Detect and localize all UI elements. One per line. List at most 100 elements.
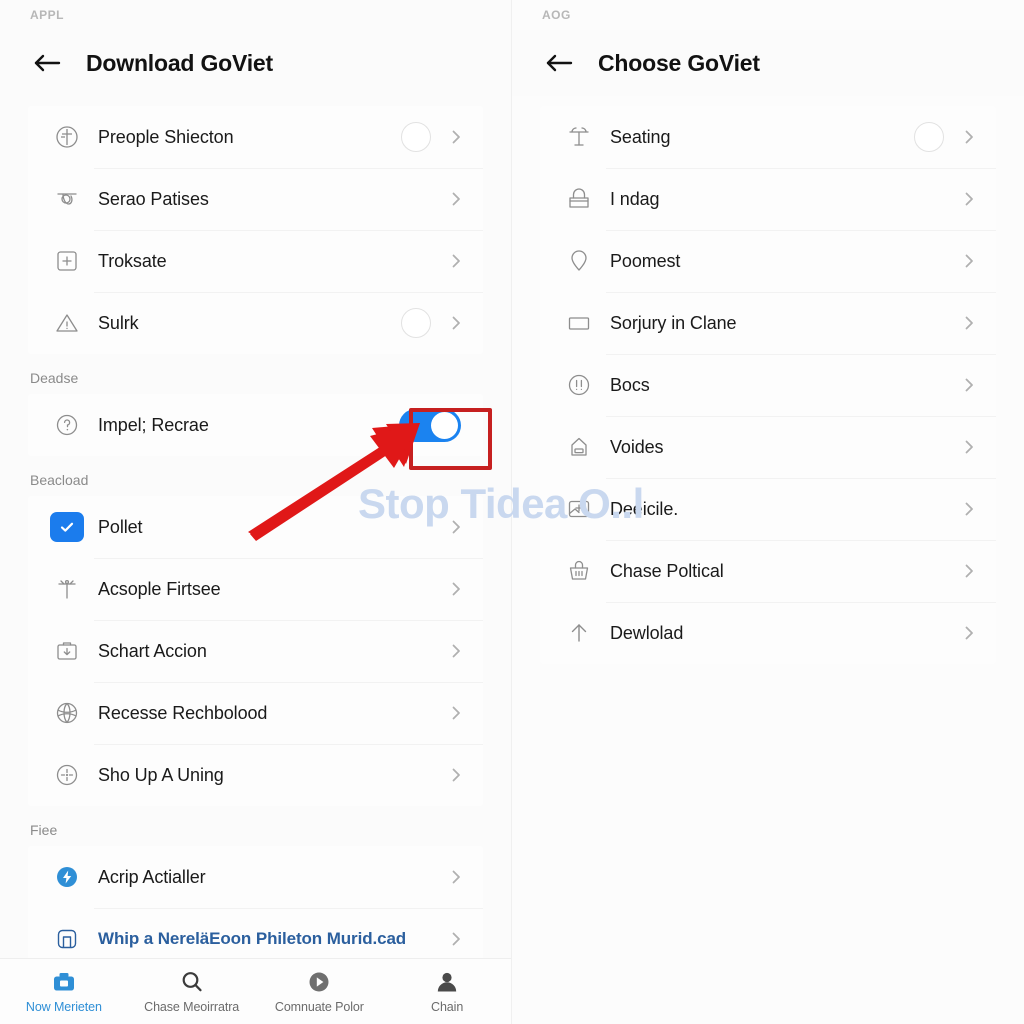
section-header-fiee: Fiee [30,822,58,838]
radio-circle[interactable] [401,122,431,152]
checkbox-checked-icon[interactable] [50,512,84,542]
list-item-toggle-row[interactable]: Impel; Recrae [28,394,483,456]
list-item-label: Voides [610,436,664,457]
tag-icon [562,430,596,464]
left-list-group-c: Pollet Acsople Firtsee Schart Accion Rec… [28,496,483,806]
chevron-right-icon [960,128,978,146]
chevron-right-icon [447,190,465,208]
nav-item-now-merieten[interactable]: Now Merieten [0,959,128,1024]
person-icon [434,969,460,995]
plus-box-icon [50,244,84,278]
play-icon [306,969,332,995]
list-item[interactable]: Sulrk [28,292,483,354]
list-item-label: Chase Poltical [610,560,724,581]
search-icon [179,969,205,995]
arrow-left-icon [544,51,574,75]
nav-item-chain[interactable]: Chain [383,959,511,1024]
bolt-circle-icon [50,860,84,894]
status-bar-carrier-text: AOG [542,8,571,22]
chevron-right-icon [960,562,978,580]
nav-item-chase-meoirratra[interactable]: Chase Meoirratra [128,959,256,1024]
toggle-knob [431,411,458,439]
warning-icon [50,306,84,340]
page-title: Choose GoViet [598,49,760,76]
list-item-label: Pollet [98,516,143,537]
list-item-label: Whip a NereläEoon Phileton Murid.cad [98,929,407,948]
right-status-bar: AOG [512,0,1024,30]
image-add-icon [562,492,596,526]
chevron-right-icon [960,252,978,270]
chevron-right-icon [447,518,465,536]
back-button[interactable] [26,42,68,84]
table-lamp-icon [562,120,596,154]
chevron-right-icon [447,580,465,598]
gauge-icon [50,120,84,154]
basket-icon [562,554,596,588]
chevron-right-icon [447,642,465,660]
radio-circle[interactable] [401,308,431,338]
list-item[interactable]: Schart Accion [28,620,483,682]
briefcase-down-icon [50,634,84,668]
nav-item-label: Comnuate Polor [274,1000,364,1014]
alert-circle-icon [562,368,596,402]
toggle-switch-on[interactable] [399,408,461,442]
chevron-right-icon [447,128,465,146]
chevron-right-icon [960,190,978,208]
list-item-label: Bocs [610,374,650,395]
section-header-beacload: Beacload [30,472,89,488]
list-item[interactable]: Sorjury in Clane [540,292,996,354]
right-phone-screen: AOG Choose GoViet Seating I ndag Poomest… [512,0,1024,1024]
left-app-bar: Download GoViet [0,30,511,96]
nav-item-label: Chain [431,1000,464,1014]
list-item[interactable]: Preople Shiecton [28,106,483,168]
list-item[interactable]: Recesse Rechbolood [28,682,483,744]
left-list-group-a: Preople Shiecton Serao Patises Troksate … [28,106,483,354]
chevron-right-icon [960,500,978,518]
list-item-label: Impel; Recrae [98,414,209,435]
list-item[interactable]: Acsople Firtsee [28,558,483,620]
list-item-label: Acsople Firtsee [98,578,221,599]
chevron-right-icon [447,704,465,722]
list-item[interactable]: Acrip Actialler [28,846,483,908]
list-item[interactable]: Deeicile. [540,478,996,540]
page-title: Download GoViet [86,49,273,76]
left-status-bar: APPL [0,0,511,30]
list-item-label: Poomest [610,250,681,271]
antenna-icon [50,572,84,606]
nav-item-comnuate-polor[interactable]: Comnuate Polor [256,959,384,1024]
nav-item-label: Chase Meoirratra [144,1000,240,1014]
list-item[interactable]: Bocs [540,354,996,416]
list-item[interactable]: I ndag [540,168,996,230]
section-header-deadse: Deadse [30,370,79,386]
list-item[interactable]: Voides [540,416,996,478]
list-item-label: Deeicile. [610,498,679,519]
list-item-label: Serao Patises [98,188,209,209]
chevron-right-icon [960,314,978,332]
list-item-label: Sorjury in Clane [610,312,737,333]
chevron-right-icon [960,438,978,456]
chevron-right-icon [447,930,465,948]
list-item-label: Sulrk [98,312,139,333]
list-item-label: Troksate [98,250,167,271]
list-item[interactable]: Chase Poltical [540,540,996,602]
list-item[interactable]: Sho Up A Uning [28,744,483,806]
list-item[interactable]: Poomest [540,230,996,292]
bottom-navigation-bar: Now Merieten Chase Meoirratra Comnuate P… [0,958,511,1024]
dual-screenshot-container: APPL Download GoViet Preople Shiecton Se… [0,0,1024,1024]
radio-circle[interactable] [914,122,944,152]
chevron-right-icon [447,766,465,784]
list-item[interactable]: Dewlolad [540,602,996,664]
globe-icon [50,696,84,730]
list-item[interactable]: Serao Patises [28,168,483,230]
chevron-right-icon [960,376,978,394]
help-circle-icon [50,408,84,442]
list-item[interactable]: Troksate [28,230,483,292]
chevron-right-icon [960,624,978,642]
list-item[interactable]: Pollet [28,496,483,558]
list-item-label: Acrip Actialler [98,866,206,887]
list-item[interactable]: Seating [540,106,996,168]
arrow-up-icon [562,616,596,650]
arrow-left-icon [32,51,62,75]
left-list-group-d: Acrip Actialler Whip a NereläEoon Philet… [28,846,483,970]
back-button[interactable] [538,42,580,84]
